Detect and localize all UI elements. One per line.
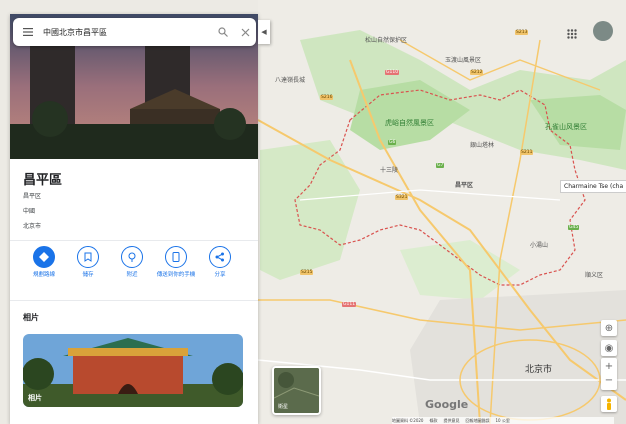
- zoom-out-button[interactable]: −: [605, 374, 613, 388]
- search-box[interactable]: 中國北京市昌平區: [13, 18, 256, 46]
- collapse-panel-button[interactable]: ◀: [258, 20, 270, 44]
- road-badge: G110: [385, 70, 400, 75]
- map-label: 十三陵: [380, 167, 399, 174]
- divider: [10, 240, 258, 241]
- globe-icon[interactable]: ⊕: [601, 320, 617, 336]
- address-line: 昌平区: [23, 193, 42, 200]
- road-badge: S216: [320, 95, 334, 100]
- road-badge: S321: [395, 195, 409, 200]
- park-label: 虎峪自然風景区: [385, 119, 434, 127]
- apps-grid-icon[interactable]: [567, 24, 577, 43]
- directions-icon: [33, 246, 55, 268]
- photos-heading: 相片: [23, 313, 39, 322]
- map-label: 順义区: [585, 272, 604, 279]
- road-badge: G7: [436, 163, 445, 168]
- road-badge: G45: [568, 225, 580, 230]
- avatar[interactable]: [593, 21, 613, 41]
- road-badge: G111: [342, 302, 357, 307]
- zoom-controls: + −: [601, 358, 617, 390]
- address-line: 北京市: [23, 223, 42, 230]
- send-to-phone-button[interactable]: 傳送到你的手機: [156, 246, 196, 279]
- road-badge: S215: [300, 270, 314, 275]
- nearby-button[interactable]: 附近: [112, 246, 152, 279]
- footer-report[interactable]: 回報地圖錯誤: [465, 418, 489, 424]
- photo-label: 相片: [28, 394, 42, 402]
- park-label: 孔雀山风景区: [545, 123, 587, 131]
- road-badge: S212: [470, 70, 484, 75]
- map-label: 小湯山: [530, 242, 549, 249]
- footer-feedback[interactable]: 提供意見: [443, 418, 459, 424]
- share-icon: [209, 246, 231, 268]
- photo-thumbnail[interactable]: 相片: [23, 334, 243, 407]
- bookmark-icon: [77, 246, 99, 268]
- action-bar: 規劃路線 儲存 附近 傳送到你的手機 分享: [10, 246, 258, 294]
- nearby-pin-icon: [121, 246, 143, 268]
- road-badge: G6: [388, 140, 397, 145]
- close-icon[interactable]: [234, 28, 256, 37]
- divider: [10, 300, 258, 301]
- map-label: 銀山塔林: [470, 142, 495, 149]
- map-label: 松山自然保护区: [365, 37, 408, 44]
- place-panel: 昌平區 昌平区 中國 北京市 規劃路線 儲存 附近 傳送到你的手機 分享 相片 …: [10, 14, 258, 424]
- map-label: 八達嶺長城: [275, 77, 306, 84]
- road-badge: S213: [515, 30, 529, 35]
- map-label: 昌平区: [455, 182, 474, 189]
- google-logo: Google: [425, 398, 469, 411]
- satellite-label: 衛星: [278, 404, 289, 410]
- search-icon[interactable]: [212, 27, 234, 37]
- map-label: 玉渡山風景区: [445, 57, 482, 64]
- satellite-toggle[interactable]: 衛星: [272, 366, 321, 415]
- address-line: 中國: [23, 208, 36, 215]
- share-button[interactable]: 分享: [200, 246, 240, 279]
- phone-icon: [165, 246, 187, 268]
- menu-icon[interactable]: [13, 28, 43, 36]
- save-button[interactable]: 儲存: [68, 246, 108, 279]
- user-tooltip: Charmaine Tse (cha: [560, 180, 626, 193]
- search-input[interactable]: 中國北京市昌平區: [43, 27, 212, 38]
- scale-label[interactable]: 10 公里: [495, 418, 509, 424]
- place-title: 昌平區: [23, 173, 63, 188]
- footer-terms[interactable]: 條款: [429, 418, 437, 424]
- photo-image: [23, 334, 243, 407]
- footer-data: 地圖資料 ©2020: [392, 417, 424, 423]
- map-footer: 地圖資料 ©2020 條款 提供意見 回報地圖錯誤 10 公里: [392, 417, 614, 424]
- directions-button[interactable]: 規劃路線: [24, 246, 64, 279]
- road-badge: S211: [520, 150, 534, 155]
- zoom-in-button[interactable]: +: [605, 360, 613, 374]
- my-location-icon[interactable]: ◉: [601, 340, 617, 356]
- map-label-city: 北京市: [525, 365, 553, 375]
- pegman-icon[interactable]: [601, 396, 617, 412]
